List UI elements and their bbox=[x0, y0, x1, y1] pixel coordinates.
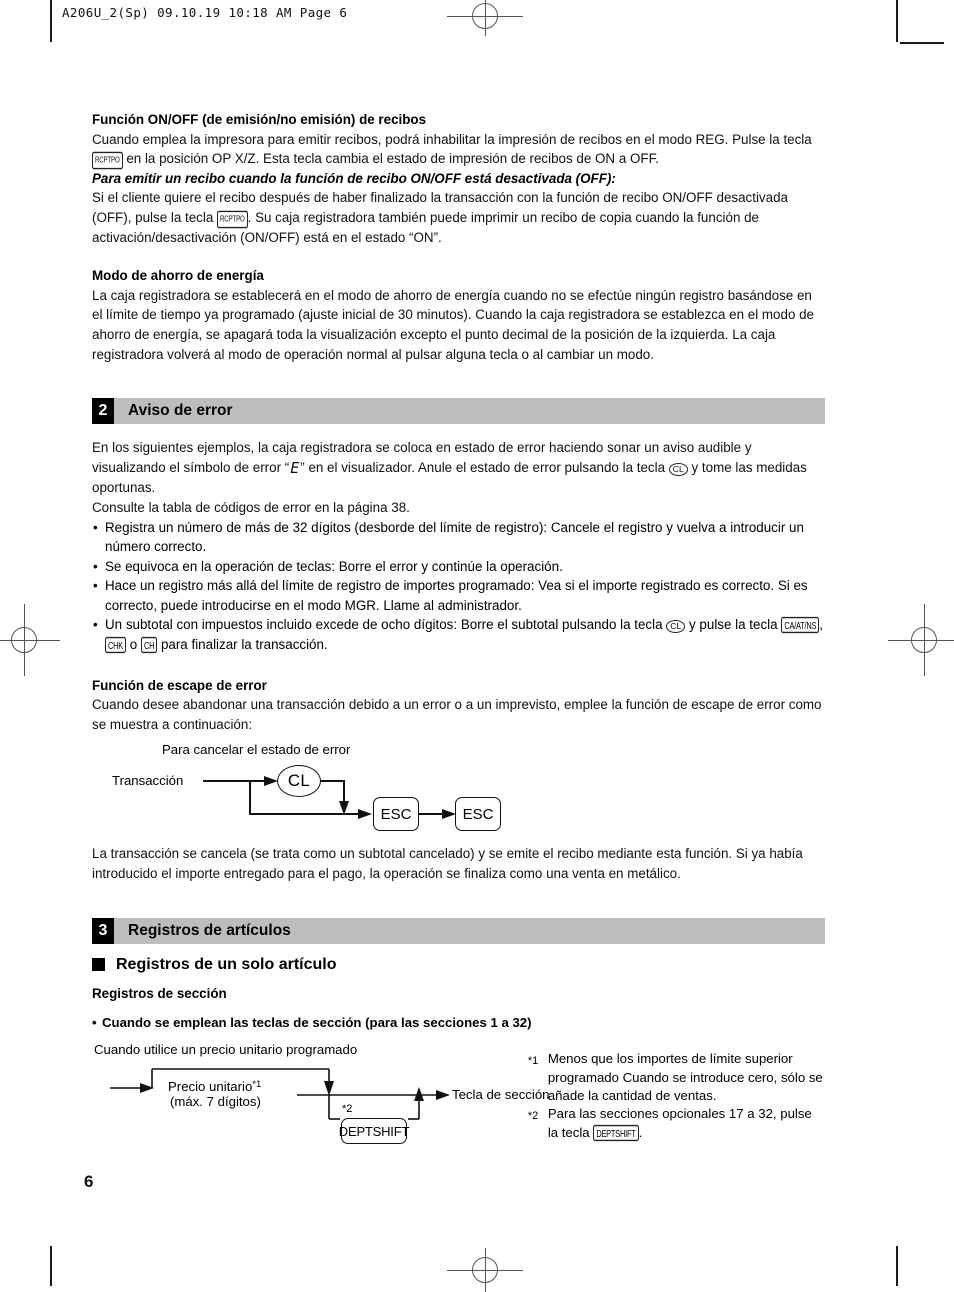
page-header-slug: A206U_2(Sp) 09.10.19 10:18 AM Page 6 bbox=[62, 5, 348, 20]
escape-closing-paragraph: La transacción se cancela (se trata como… bbox=[92, 846, 803, 882]
department-footnotes: *1 Menos que los importes de límite supe… bbox=[528, 1044, 825, 1159]
department-diagram-price-label: Precio unitario*1 bbox=[168, 1077, 261, 1095]
list-item: Registra un número de más de 32 dígitos … bbox=[92, 518, 825, 557]
cash-at-ns-key-icon: CA/AT/NS bbox=[781, 617, 820, 634]
trim-mark-top-left-vertical bbox=[50, 0, 52, 42]
price-footnote-mark: *1 bbox=[252, 1079, 262, 1091]
department-diagram-price-digits: (máx. 7 dígitos) bbox=[170, 1094, 261, 1110]
esc-key-diagram-2: ESC bbox=[455, 797, 501, 832]
section-3-number: 3 bbox=[92, 917, 114, 944]
cl-key-icon-2: CL bbox=[666, 620, 686, 634]
list-item: Hace un registro más allá del límite de … bbox=[92, 576, 825, 615]
error-causes-list: Registra un número de más de 32 dígitos … bbox=[92, 518, 825, 655]
footnote-1: *1 Menos que los importes de límite supe… bbox=[528, 1050, 825, 1105]
power-save-heading: Modo de ahorro de energía bbox=[92, 268, 264, 284]
trim-mark-top-right-horizontal bbox=[900, 42, 944, 44]
cl-key-icon: CL bbox=[668, 462, 688, 476]
trim-mark-bottom-right-vertical bbox=[896, 1246, 898, 1286]
error-bullet4-text-b: y pulse la tecla bbox=[689, 617, 778, 633]
esc-key-diagram-1: ESC bbox=[373, 797, 419, 832]
registration-mark-top bbox=[447, 0, 523, 36]
escape-diagram-caption: Para cancelar el estado de error bbox=[162, 742, 351, 758]
escape-function-paragraph: Cuando desee abandonar una transacción d… bbox=[92, 697, 822, 732]
page-number: 6 bbox=[84, 1172, 94, 1191]
receipt-onoff-text-b: en la posición OP X/Z. Esta tecla cambia… bbox=[126, 151, 659, 167]
trim-mark-bottom-left-vertical bbox=[50, 1246, 52, 1286]
rcptpo-key-icon: RCPTPO bbox=[92, 151, 123, 170]
single-item-registration-title: Registros de un solo artículo bbox=[116, 955, 337, 973]
error-symbol-glyph: E bbox=[290, 458, 300, 477]
receipt-onoff-paragraph-1: Cuando emplea la impresora para emitir r… bbox=[92, 130, 825, 170]
section-2-number: 2 bbox=[92, 398, 114, 425]
registration-mark-left bbox=[0, 604, 60, 676]
receipt-onoff-text-a: Cuando emplea la impresora para emitir r… bbox=[92, 131, 812, 147]
page-content: Función ON/OFF (de emisión/no emisión) d… bbox=[92, 110, 825, 1159]
list-item: Un subtotal con impuestos incluido exced… bbox=[92, 615, 825, 654]
trim-mark-top-right-vertical bbox=[896, 0, 898, 42]
error-code-table-reference: Consulte la tabla de códigos de error en… bbox=[92, 499, 410, 515]
section-2-banner: 2 Aviso de error bbox=[92, 398, 825, 425]
department-keys-dot-heading: Cuando se emplean las teclas de sección … bbox=[92, 1015, 825, 1030]
department-diagram-block: Cuando utilice un precio unitario progra… bbox=[92, 1042, 825, 1159]
department-registration-diagram: Cuando utilice un precio unitario progra… bbox=[92, 1042, 550, 1159]
receipt-onoff-italic-heading: Para emitir un recibo cuando la función … bbox=[92, 170, 616, 186]
receipt-onoff-paragraph-2: Si el cliente quiere el recibo después d… bbox=[92, 188, 825, 247]
footnote-1-text: Menos que los importes de límite superio… bbox=[547, 1051, 823, 1104]
price-label-text: Precio unitario bbox=[168, 1079, 253, 1095]
error-bullet4-text-a: Un subtotal con impuestos incluido exced… bbox=[105, 617, 663, 633]
registration-mark-right bbox=[888, 604, 954, 676]
section-3-bar: Registros de artículos bbox=[114, 917, 825, 944]
section-2-bar: Aviso de error bbox=[114, 398, 825, 425]
error-escape-diagram: Para cancelar el estado de error Transac… bbox=[92, 742, 825, 838]
department-diagram-caption: Cuando utilice un precio unitario progra… bbox=[94, 1042, 358, 1058]
error-bullet4-text-c: para finalizar la transacción. bbox=[160, 637, 328, 653]
registration-mark-bottom bbox=[447, 1248, 523, 1292]
escape-diagram-start-label: Transacción bbox=[112, 773, 184, 789]
deptshift-key-icon: DEPTSHIFT bbox=[593, 1124, 639, 1141]
error-intro-text-b: ” en el visualizador. Anule el estado de… bbox=[300, 459, 666, 475]
department-key-label: Tecla de sección bbox=[452, 1087, 550, 1103]
ch-key-icon: CH bbox=[140, 636, 158, 654]
footnote-2: *2 Para las secciones opcionales 17 a 32… bbox=[528, 1105, 825, 1142]
power-save-paragraph: La caja registradora se establecerá en e… bbox=[92, 287, 815, 362]
section-3-banner: 3 Registros de artículos bbox=[92, 917, 825, 944]
rcptpo-key-icon-2: RCPTPO bbox=[217, 210, 248, 229]
receipt-onoff-heading: Función ON/OFF (de emisión/no emisión) d… bbox=[92, 112, 427, 127]
deptshift-footnote-mark: *2 bbox=[342, 1103, 353, 1116]
footnote-2-text-a: Para las secciones opcionales 17 a 32, p… bbox=[547, 1106, 812, 1140]
error-intro-paragraph: En los siguientes ejemplos, la caja regi… bbox=[92, 438, 825, 498]
single-item-registration-heading: Registros de un solo artículo bbox=[92, 956, 825, 974]
list-item: Se equivoca en la operación de teclas: B… bbox=[92, 557, 825, 577]
deptshift-key-diagram: DEPTSHIFT bbox=[339, 1118, 409, 1145]
square-bullet-icon bbox=[92, 958, 105, 972]
footnote-2-text-b: . bbox=[638, 1124, 643, 1140]
escape-function-heading: Función de escape de error bbox=[92, 677, 267, 693]
footnote-2-text: Para las secciones opcionales 17 a 32, p… bbox=[548, 1105, 825, 1142]
department-registration-heading: Registros de sección bbox=[92, 985, 227, 1001]
section-2-title: Aviso de error bbox=[128, 402, 233, 420]
section-3-title: Registros de artículos bbox=[128, 921, 291, 939]
error-bullet4-or: o bbox=[129, 637, 138, 653]
chk-key-icon: CHK bbox=[105, 636, 127, 654]
